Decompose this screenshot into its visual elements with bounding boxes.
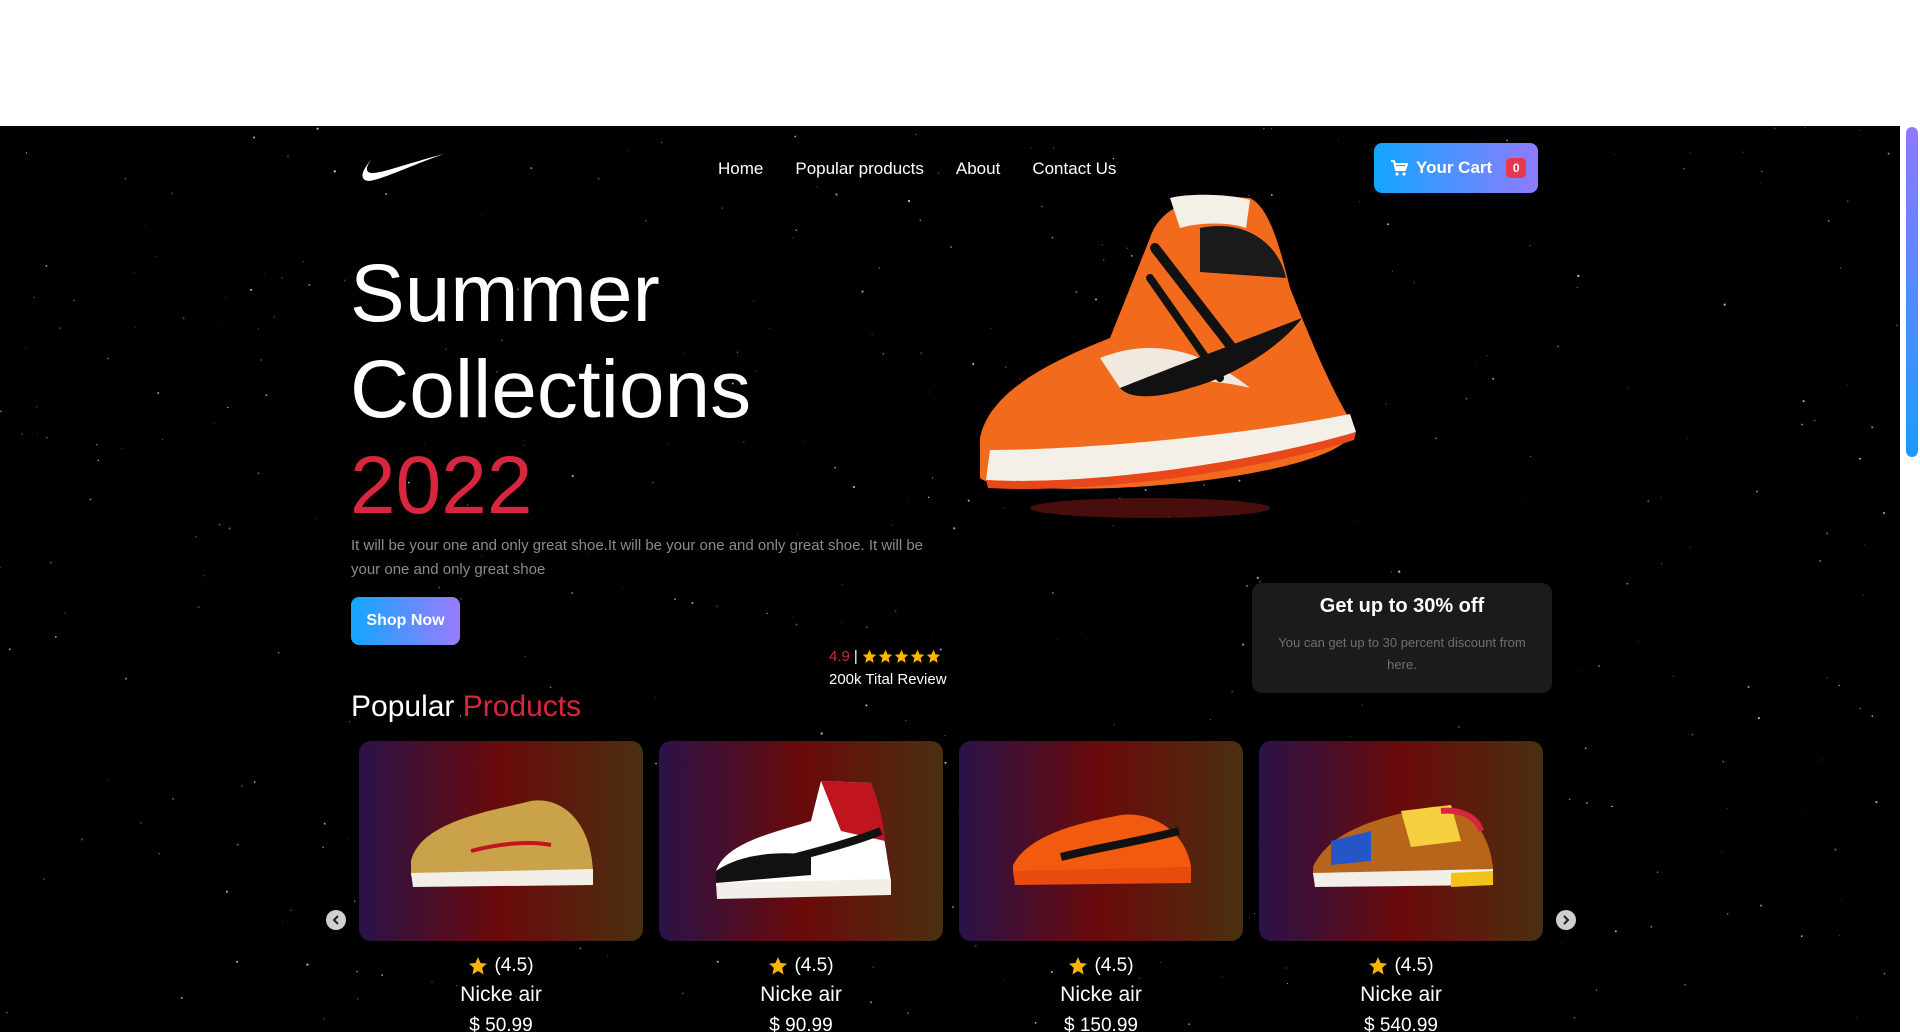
- rating-separator: |: [853, 648, 858, 665]
- rating-review-count: 200k Tital Review: [829, 671, 947, 688]
- star-icon: [910, 649, 925, 663]
- product-card-2[interactable]: (4.5) Nicke air $ 90.99: [659, 741, 943, 1032]
- product-name: Nicke air: [1360, 983, 1442, 1006]
- nav-contact-us[interactable]: Contact Us: [1032, 159, 1116, 179]
- multicolor-sneaker-image: [1313, 805, 1493, 887]
- nike-swoosh-logo[interactable]: [360, 152, 446, 188]
- star-icon: [894, 649, 909, 663]
- product-rating: (4.5): [1259, 955, 1543, 977]
- star-icon: [769, 957, 788, 975]
- hero-year: 2022: [350, 440, 533, 531]
- product-image-frame: [659, 741, 943, 941]
- product-price: $ 150.99: [1064, 1015, 1138, 1032]
- hero-description: It will be your one and only great shoe.…: [351, 537, 923, 578]
- star-icon: [862, 649, 877, 663]
- star-icon: [878, 649, 893, 663]
- cart-count-badge: 0: [1506, 158, 1527, 178]
- product-name: Nicke air: [1060, 983, 1142, 1006]
- shop-now-button[interactable]: Shop Now: [351, 597, 460, 645]
- cart-label: Your Cart: [1416, 158, 1493, 177]
- red-white-sneaker-image: [716, 781, 891, 899]
- product-card-4[interactable]: (4.5) Nicke air $ 540.99: [1259, 741, 1543, 1032]
- product-rating: (4.5): [959, 955, 1243, 977]
- rating-row: 4.9 |: [829, 648, 947, 665]
- product-name: Nicke air: [760, 983, 842, 1006]
- star-icon: [1369, 957, 1388, 975]
- page-hero: Home Popular products About Contact Us Y…: [0, 126, 1920, 1032]
- product-rating-value: (4.5): [494, 955, 534, 976]
- your-cart-button[interactable]: Your Cart 0: [1374, 143, 1538, 193]
- product-rating: (4.5): [659, 955, 943, 977]
- product-image-frame: [959, 741, 1243, 941]
- cart-icon: [1391, 160, 1408, 176]
- discount-title: Get up to 30% off: [1319, 595, 1485, 617]
- top-blank-area: [0, 0, 1920, 126]
- popular-products-title: Popular Products: [351, 690, 581, 724]
- rating-score: 4.9: [829, 648, 850, 665]
- product-rating-value: (4.5): [1094, 955, 1134, 976]
- product-price: $ 50.99: [469, 1015, 533, 1032]
- discount-card: Get up to 30% off You can get up to 30 p…: [1252, 583, 1552, 693]
- chevron-left-icon: [332, 915, 339, 925]
- popular-title-accent: Products: [462, 690, 582, 723]
- nav-about[interactable]: About: [956, 159, 1000, 179]
- hero-title-line2: Collections: [350, 344, 752, 435]
- discount-subtitle: You can get up to 30 percent discount fr…: [1278, 635, 1526, 672]
- product-rating: (4.5): [359, 955, 643, 977]
- review-rating: 4.9 | 200k Tital Review: [829, 648, 947, 688]
- nav-home[interactable]: Home: [718, 159, 763, 179]
- hero-sneaker-image: [980, 194, 1356, 518]
- star-icon: [469, 957, 488, 975]
- scrollbar-thumb[interactable]: [1906, 127, 1918, 457]
- product-card-3[interactable]: (4.5) Nicke air $ 150.99: [959, 741, 1243, 1032]
- hero-title-line1: Summer: [350, 248, 660, 339]
- popular-title-white: Popular: [351, 690, 455, 723]
- orange-sneaker-image: [1013, 814, 1191, 885]
- star-icon: [1069, 957, 1088, 975]
- nav-popular-products[interactable]: Popular products: [795, 159, 924, 179]
- main-nav: Home Popular products About Contact Us: [718, 159, 1116, 179]
- carousel-next-button[interactable]: [1556, 910, 1576, 930]
- rating-stars: [862, 649, 941, 664]
- hero-title: Summer Collections: [350, 246, 910, 438]
- product-name: Nicke air: [460, 983, 542, 1006]
- gold-sneaker-image: [411, 800, 593, 887]
- product-image-frame: [1259, 741, 1543, 941]
- product-price: $ 540.99: [1364, 1015, 1438, 1032]
- carousel-prev-button[interactable]: [326, 910, 346, 930]
- product-image-frame: [359, 741, 643, 941]
- product-carousel: (4.5) Nicke air $ 50.99 (4.5) Nicke air: [359, 741, 1543, 1032]
- product-rating-value: (4.5): [1394, 955, 1434, 976]
- product-price: $ 90.99: [769, 1015, 833, 1032]
- product-rating-value: (4.5): [794, 955, 834, 976]
- star-icon: [926, 649, 941, 663]
- product-card-1[interactable]: (4.5) Nicke air $ 50.99: [359, 741, 643, 1032]
- chevron-right-icon: [1563, 915, 1570, 925]
